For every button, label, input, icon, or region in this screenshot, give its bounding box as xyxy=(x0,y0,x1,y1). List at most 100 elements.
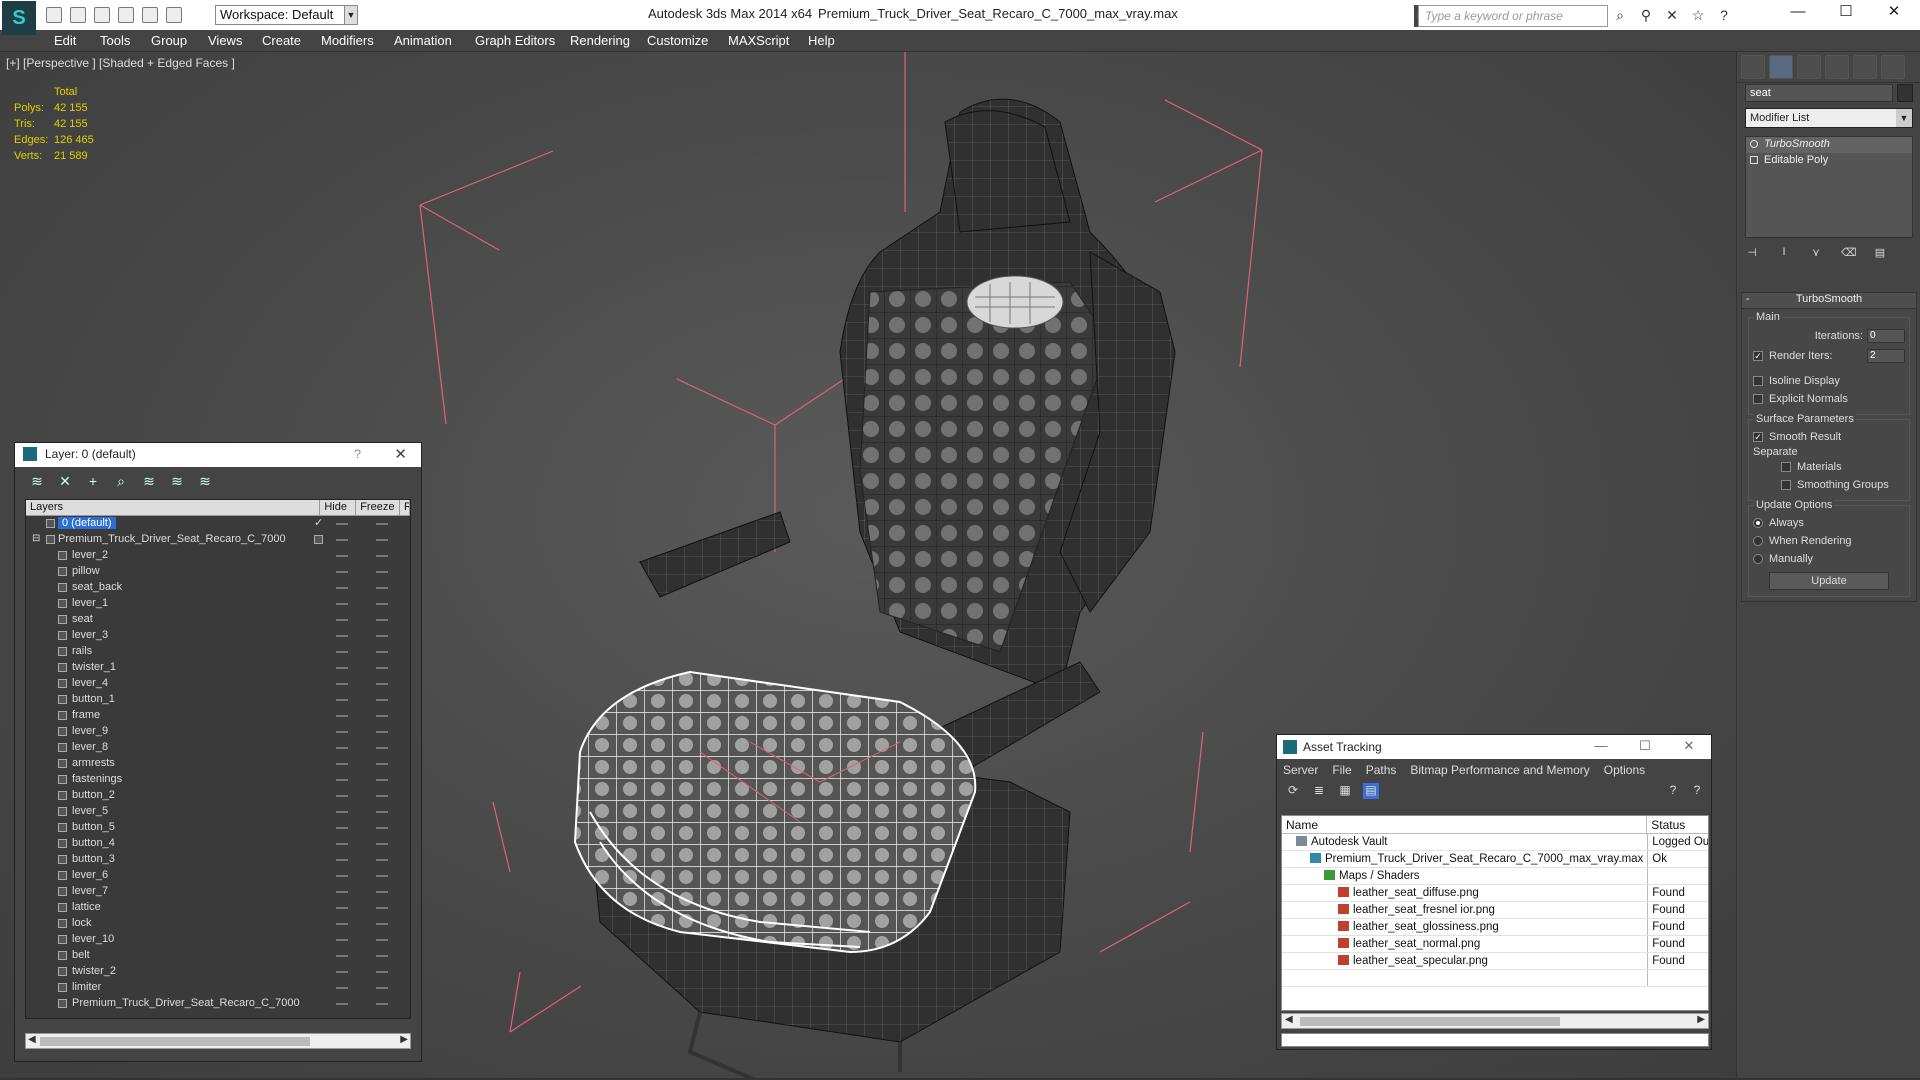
menu-help[interactable]: Help xyxy=(808,33,835,48)
layer-object-row[interactable]: frame xyxy=(26,708,410,724)
layer-object-row[interactable]: button_2 xyxy=(26,788,410,804)
hide-toggle[interactable] xyxy=(336,651,348,653)
utilities-tab-icon[interactable] xyxy=(1881,55,1905,79)
app-logo[interactable]: S xyxy=(2,1,36,35)
new-file-icon[interactable] xyxy=(46,7,62,23)
hide-toggle[interactable] xyxy=(336,987,348,989)
hide-toggle[interactable] xyxy=(336,955,348,957)
help-icon[interactable]: ? xyxy=(354,447,361,461)
modifier-list-dropdown[interactable]: Modifier List ▼ xyxy=(1745,108,1913,128)
new-layer-icon[interactable]: ≋ xyxy=(29,473,45,489)
menu-customize[interactable]: Customize xyxy=(647,33,708,48)
object-name-field[interactable]: seat xyxy=(1745,84,1893,102)
freeze-toggle[interactable] xyxy=(376,667,388,669)
freeze-toggle[interactable] xyxy=(376,763,388,765)
menu-bitmap-performance[interactable]: Bitmap Performance and Memory xyxy=(1410,763,1589,777)
freeze-toggle[interactable] xyxy=(376,571,388,573)
delete-layer-icon[interactable]: ✕ xyxy=(57,473,73,489)
layer-object-row[interactable]: fastenings xyxy=(26,772,410,788)
thumbnail-view-icon[interactable]: ▦ xyxy=(1337,783,1353,799)
freeze-toggle[interactable] xyxy=(376,603,388,605)
chevron-down-icon[interactable]: ▼ xyxy=(1896,109,1912,127)
scroll-left-icon[interactable]: ◀ xyxy=(1285,1014,1293,1025)
make-unique-icon[interactable]: ⋎ xyxy=(1809,246,1823,260)
render-iters-spinner[interactable]: 2 xyxy=(1867,349,1905,363)
hide-toggle[interactable] xyxy=(336,587,348,589)
menu-server[interactable]: Server xyxy=(1283,763,1318,777)
close-button[interactable]: ✕ xyxy=(1667,735,1711,757)
freeze-toggle[interactable] xyxy=(376,1003,388,1005)
rollout-header[interactable]: - TurboSmooth xyxy=(1742,293,1916,309)
hide-toggle[interactable] xyxy=(336,555,348,557)
layer-object-row[interactable]: lever_7 xyxy=(26,884,410,900)
layer-object-row[interactable]: lever_5 xyxy=(26,804,410,820)
freeze-toggle[interactable] xyxy=(376,651,388,653)
freeze-toggle[interactable] xyxy=(376,811,388,813)
hide-toggle[interactable] xyxy=(336,763,348,765)
menu-paths[interactable]: Paths xyxy=(1366,763,1397,777)
freeze-toggle[interactable] xyxy=(376,747,388,749)
isoline-toggle[interactable]: Isoline Display xyxy=(1753,372,1905,390)
layer-row-default[interactable]: 0 (default) ✓ xyxy=(26,516,410,532)
object-color-swatch[interactable] xyxy=(1897,84,1913,102)
configure-sets-icon[interactable]: ▤ xyxy=(1873,246,1887,260)
layer-object-row[interactable]: lattice xyxy=(26,900,410,916)
hide-toggle[interactable] xyxy=(336,779,348,781)
iterations-spinner[interactable]: 0 xyxy=(1867,329,1905,343)
remove-modifier-icon[interactable]: ⌫ xyxy=(1841,246,1857,260)
asset-row[interactable]: Maps / Shaders xyxy=(1282,868,1708,885)
expand-icon[interactable] xyxy=(1750,156,1758,164)
checkbox[interactable] xyxy=(1753,394,1763,404)
binoculars-icon[interactable]: ⌕ xyxy=(1612,7,1628,23)
menu-maxscript[interactable]: MAXScript xyxy=(728,33,789,48)
update-button[interactable]: Update xyxy=(1769,572,1889,590)
open-file-icon[interactable] xyxy=(70,7,86,23)
layer-object-row[interactable]: limiter xyxy=(26,980,410,996)
select-objects-icon[interactable]: ⌕ xyxy=(113,473,129,489)
freeze-toggle[interactable] xyxy=(376,587,388,589)
maximize-button[interactable]: ☐ xyxy=(1623,735,1667,757)
freeze-toggle[interactable] xyxy=(376,875,388,877)
workspace-dropdown[interactable]: Workspace: Default xyxy=(215,5,358,25)
favorites-star-icon[interactable]: ☆ xyxy=(1690,7,1706,23)
stack-item-editable-poly[interactable]: Editable Poly xyxy=(1746,153,1912,169)
freeze-all-icon[interactable]: ≋ xyxy=(197,473,213,489)
freeze-toggle[interactable] xyxy=(376,523,388,525)
asset-row[interactable]: Autodesk Vault Logged Out xyxy=(1282,834,1708,851)
scroll-left-icon[interactable]: ◀ xyxy=(28,1034,36,1045)
collapse-icon[interactable]: - xyxy=(1746,293,1750,305)
checkbox-checked[interactable]: ✓ xyxy=(1753,432,1763,442)
freeze-toggle[interactable] xyxy=(376,539,388,541)
help-contents-icon[interactable]: ? xyxy=(1689,783,1705,799)
menu-options[interactable]: Options xyxy=(1604,763,1645,777)
hide-toggle[interactable] xyxy=(336,827,348,829)
smoothing-groups-toggle[interactable]: Smoothing Groups xyxy=(1753,476,1905,494)
hide-toggle[interactable] xyxy=(336,683,348,685)
layer-object-row[interactable]: lever_8 xyxy=(26,740,410,756)
freeze-toggle[interactable] xyxy=(376,843,388,845)
layer-object-row[interactable]: button_4 xyxy=(26,836,410,852)
hide-toggle[interactable] xyxy=(336,715,348,717)
layer-row-main[interactable]: ⊟ Premium_Truck_Driver_Seat_Recaro_C_7000 xyxy=(26,532,410,548)
help-icon[interactable]: ? xyxy=(1665,783,1681,799)
freeze-toggle[interactable] xyxy=(376,699,388,701)
col-freeze[interactable]: Freeze xyxy=(356,500,400,515)
checkbox[interactable] xyxy=(1781,480,1791,490)
layer-object-row[interactable]: seat_back xyxy=(26,580,410,596)
hide-toggle[interactable] xyxy=(336,795,348,797)
lightbulb-icon[interactable] xyxy=(1750,140,1758,148)
asset-horizontal-scrollbar[interactable]: ◀ ▶ xyxy=(1281,1013,1709,1029)
asset-row[interactable]: leather_seat_normal.png Found xyxy=(1282,936,1708,953)
layer-object-row[interactable]: armrests xyxy=(26,756,410,772)
redo-icon[interactable] xyxy=(142,7,158,23)
radio[interactable] xyxy=(1753,536,1763,546)
hide-toggle[interactable] xyxy=(336,747,348,749)
layer-object-row[interactable]: lever_10 xyxy=(26,932,410,948)
freeze-toggle[interactable] xyxy=(376,827,388,829)
stack-item-turbosmooth[interactable]: TurboSmooth xyxy=(1746,137,1912,153)
radio[interactable] xyxy=(1753,554,1763,564)
minimize-button[interactable]: — xyxy=(1774,0,1822,26)
when-rendering-radio[interactable]: When Rendering xyxy=(1753,532,1905,550)
layer-object-row[interactable]: seat xyxy=(26,612,410,628)
layer-object-row[interactable]: lever_9 xyxy=(26,724,410,740)
